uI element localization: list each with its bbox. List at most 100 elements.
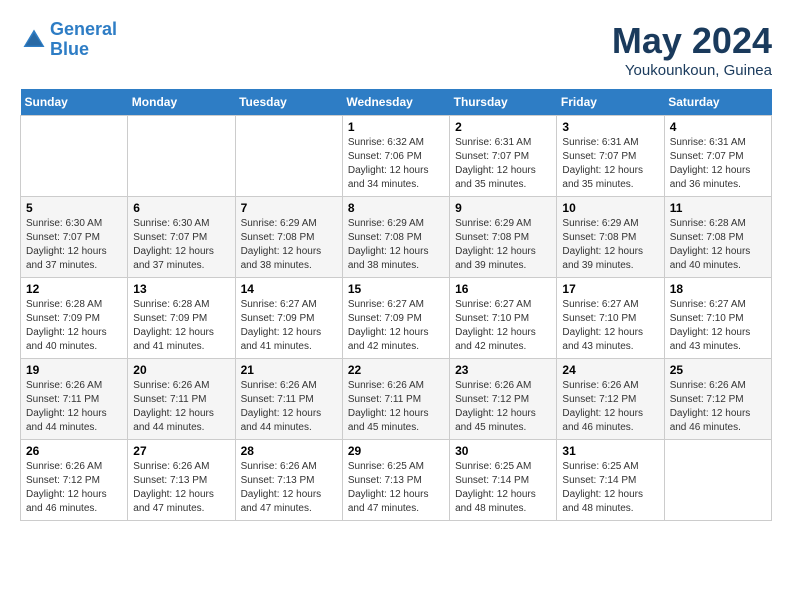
logo: GeneralBlue <box>20 20 117 60</box>
calendar-cell: 28 Sunrise: 6:26 AMSunset: 7:13 PMDayligh… <box>235 440 342 521</box>
day-number: 15 <box>348 282 444 296</box>
day-number: 20 <box>133 363 229 377</box>
title-block: May 2024 Youkounkoun, Guinea <box>612 20 772 79</box>
day-info: Sunrise: 6:26 AMSunset: 7:13 PMDaylight:… <box>241 460 337 516</box>
day-number: 24 <box>562 363 658 377</box>
calendar-cell: 15 Sunrise: 6:27 AMSunset: 7:09 PMDayligh… <box>342 278 449 359</box>
calendar-table: SundayMondayTuesdayWednesdayThursdayFrid… <box>20 89 772 521</box>
day-info: Sunrise: 6:26 AMSunset: 7:11 PMDaylight:… <box>133 379 229 435</box>
calendar-cell: 3 Sunrise: 6:31 AMSunset: 7:07 PMDaylight… <box>557 116 664 197</box>
calendar-cell: 31 Sunrise: 6:25 AMSunset: 7:14 PMDayligh… <box>557 440 664 521</box>
day-info: Sunrise: 6:26 AMSunset: 7:11 PMDaylight:… <box>241 379 337 435</box>
day-number: 8 <box>348 201 444 215</box>
calendar-cell <box>664 440 771 521</box>
calendar-cell <box>21 116 128 197</box>
calendar-cell: 30 Sunrise: 6:25 AMSunset: 7:14 PMDayligh… <box>450 440 557 521</box>
day-number: 12 <box>26 282 122 296</box>
calendar-cell: 10 Sunrise: 6:29 AMSunset: 7:08 PMDayligh… <box>557 197 664 278</box>
calendar-cell: 24 Sunrise: 6:26 AMSunset: 7:12 PMDayligh… <box>557 359 664 440</box>
logo-text: GeneralBlue <box>50 20 117 60</box>
day-info: Sunrise: 6:25 AMSunset: 7:14 PMDaylight:… <box>455 460 551 516</box>
day-info: Sunrise: 6:31 AMSunset: 7:07 PMDaylight:… <box>562 136 658 192</box>
day-info: Sunrise: 6:31 AMSunset: 7:07 PMDaylight:… <box>670 136 766 192</box>
week-row-3: 12 Sunrise: 6:28 AMSunset: 7:09 PMDayligh… <box>21 278 772 359</box>
weekday-header-saturday: Saturday <box>664 89 771 116</box>
calendar-cell <box>235 116 342 197</box>
day-info: Sunrise: 6:26 AMSunset: 7:13 PMDaylight:… <box>133 460 229 516</box>
day-number: 18 <box>670 282 766 296</box>
calendar-cell: 19Sunrise: 6:26 AMSunset: 7:11 PMDayligh… <box>21 359 128 440</box>
weekday-header-monday: Monday <box>128 89 235 116</box>
day-number: 17 <box>562 282 658 296</box>
day-info: Sunrise: 6:31 AMSunset: 7:07 PMDaylight:… <box>455 136 551 192</box>
calendar-cell: 1 Sunrise: 6:32 AMSunset: 7:06 PMDaylight… <box>342 116 449 197</box>
day-info: Sunrise: 6:29 AMSunset: 7:08 PMDaylight:… <box>348 217 444 273</box>
calendar-cell: 11 Sunrise: 6:28 AMSunset: 7:08 PMDayligh… <box>664 197 771 278</box>
day-info: Sunrise: 6:26 AMSunset: 7:12 PMDaylight:… <box>455 379 551 435</box>
week-row-5: 26 Sunrise: 6:26 AMSunset: 7:12 PMDayligh… <box>21 440 772 521</box>
calendar-cell: 27 Sunrise: 6:26 AMSunset: 7:13 PMDayligh… <box>128 440 235 521</box>
day-info: Sunrise: 6:27 AMSunset: 7:09 PMDaylight:… <box>348 298 444 354</box>
day-number: 25 <box>670 363 766 377</box>
day-info: Sunrise: 6:28 AMSunset: 7:09 PMDaylight:… <box>133 298 229 354</box>
day-number: 28 <box>241 444 337 458</box>
calendar-cell: 23 Sunrise: 6:26 AMSunset: 7:12 PMDayligh… <box>450 359 557 440</box>
days-header-row: SundayMondayTuesdayWednesdayThursdayFrid… <box>21 89 772 116</box>
calendar-cell: 21 Sunrise: 6:26 AMSunset: 7:11 PMDayligh… <box>235 359 342 440</box>
day-number: 16 <box>455 282 551 296</box>
day-number: 26 <box>26 444 122 458</box>
calendar-cell: 2 Sunrise: 6:31 AMSunset: 7:07 PMDaylight… <box>450 116 557 197</box>
day-number: 6 <box>133 201 229 215</box>
day-number: 9 <box>455 201 551 215</box>
day-number: 31 <box>562 444 658 458</box>
weekday-header-sunday: Sunday <box>21 89 128 116</box>
day-info: Sunrise: 6:27 AMSunset: 7:09 PMDaylight:… <box>241 298 337 354</box>
day-number: 2 <box>455 120 551 134</box>
calendar-cell: 26 Sunrise: 6:26 AMSunset: 7:12 PMDayligh… <box>21 440 128 521</box>
day-info: Sunrise: 6:29 AMSunset: 7:08 PMDaylight:… <box>562 217 658 273</box>
day-info: Sunrise: 6:25 AMSunset: 7:14 PMDaylight:… <box>562 460 658 516</box>
weekday-header-friday: Friday <box>557 89 664 116</box>
calendar-cell: 4Sunrise: 6:31 AMSunset: 7:07 PMDaylight… <box>664 116 771 197</box>
day-info: Sunrise: 6:30 AMSunset: 7:07 PMDaylight:… <box>26 217 122 273</box>
calendar-cell: 12 Sunrise: 6:28 AMSunset: 7:09 PMDayligh… <box>21 278 128 359</box>
day-number: 5 <box>26 201 122 215</box>
location: Youkounkoun, Guinea <box>612 62 772 79</box>
calendar-cell: 9 Sunrise: 6:29 AMSunset: 7:08 PMDaylight… <box>450 197 557 278</box>
calendar-cell <box>128 116 235 197</box>
weekday-header-tuesday: Tuesday <box>235 89 342 116</box>
page-header: GeneralBlue May 2024 Youkounkoun, Guinea <box>20 20 772 79</box>
day-number: 14 <box>241 282 337 296</box>
day-info: Sunrise: 6:26 AMSunset: 7:12 PMDaylight:… <box>26 460 122 516</box>
week-row-1: 1 Sunrise: 6:32 AMSunset: 7:06 PMDaylight… <box>21 116 772 197</box>
day-number: 1 <box>348 120 444 134</box>
day-number: 7 <box>241 201 337 215</box>
weekday-header-wednesday: Wednesday <box>342 89 449 116</box>
day-number: 30 <box>455 444 551 458</box>
day-info: Sunrise: 6:27 AMSunset: 7:10 PMDaylight:… <box>562 298 658 354</box>
day-number: 27 <box>133 444 229 458</box>
calendar-cell: 20 Sunrise: 6:26 AMSunset: 7:11 PMDayligh… <box>128 359 235 440</box>
day-info: Sunrise: 6:28 AMSunset: 7:08 PMDaylight:… <box>670 217 766 273</box>
day-number: 21 <box>241 363 337 377</box>
day-number: 19 <box>26 363 122 377</box>
day-number: 10 <box>562 201 658 215</box>
calendar-cell: 25 Sunrise: 6:26 AMSunset: 7:12 PMDayligh… <box>664 359 771 440</box>
day-info: Sunrise: 6:25 AMSunset: 7:13 PMDaylight:… <box>348 460 444 516</box>
day-number: 23 <box>455 363 551 377</box>
day-number: 3 <box>562 120 658 134</box>
day-info: Sunrise: 6:29 AMSunset: 7:08 PMDaylight:… <box>455 217 551 273</box>
day-info: Sunrise: 6:26 AMSunset: 7:12 PMDaylight:… <box>670 379 766 435</box>
calendar-cell: 8 Sunrise: 6:29 AMSunset: 7:08 PMDaylight… <box>342 197 449 278</box>
calendar-cell: 6Sunrise: 6:30 AMSunset: 7:07 PMDaylight… <box>128 197 235 278</box>
week-row-2: 5 Sunrise: 6:30 AMSunset: 7:07 PMDaylight… <box>21 197 772 278</box>
logo-icon <box>20 26 48 54</box>
day-info: Sunrise: 6:27 AMSunset: 7:10 PMDaylight:… <box>455 298 551 354</box>
day-info: Sunrise: 6:32 AMSunset: 7:06 PMDaylight:… <box>348 136 444 192</box>
calendar-cell: 5 Sunrise: 6:30 AMSunset: 7:07 PMDaylight… <box>21 197 128 278</box>
day-number: 11 <box>670 201 766 215</box>
calendar-cell: 13Sunrise: 6:28 AMSunset: 7:09 PMDayligh… <box>128 278 235 359</box>
calendar-cell: 16 Sunrise: 6:27 AMSunset: 7:10 PMDayligh… <box>450 278 557 359</box>
day-info: Sunrise: 6:26 AMSunset: 7:12 PMDaylight:… <box>562 379 658 435</box>
day-info: Sunrise: 6:28 AMSunset: 7:09 PMDaylight:… <box>26 298 122 354</box>
